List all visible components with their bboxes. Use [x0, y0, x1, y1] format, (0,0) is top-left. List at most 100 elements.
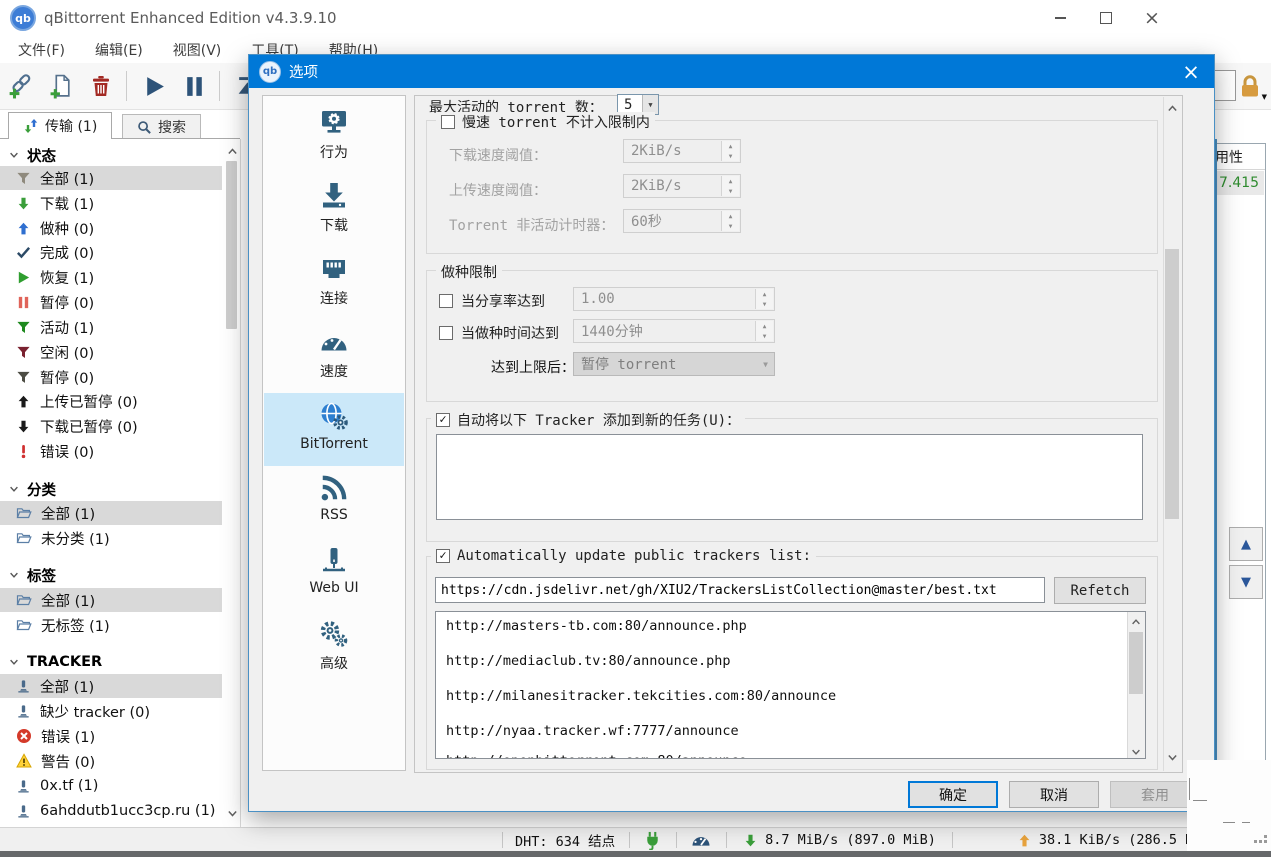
add-torrent-link-button[interactable]: [2, 67, 40, 105]
slow-torrent-checkbox-row[interactable]: 慢速 torrent 不计入限制内: [436, 112, 655, 132]
statusbar-separator: [629, 832, 630, 848]
list-border-fragment: [1215, 139, 1217, 791]
auto-add-trackers-checkbox[interactable]: [436, 413, 450, 427]
filter-label: 全部 (1): [41, 503, 95, 524]
auto-update-checkbox[interactable]: [436, 549, 450, 563]
maximize-button[interactable]: [1083, 3, 1129, 33]
tab-transfers[interactable]: 传输 (1): [8, 112, 112, 139]
share-ratio-checkbox[interactable]: [439, 294, 453, 308]
pause-button[interactable]: [175, 67, 213, 105]
menu-file[interactable]: 文件(F): [6, 36, 77, 64]
speed-limits-icon[interactable]: [691, 830, 711, 850]
filter-scrollbar[interactable]: [224, 139, 240, 827]
filter-status-stalled[interactable]: 暂停 (0): [0, 365, 222, 389]
filter-status-active[interactable]: 活动 (1): [0, 315, 222, 339]
nav-bittorrent[interactable]: BitTorrent: [264, 393, 404, 466]
nav-downloads[interactable]: 下载: [264, 174, 404, 247]
scroll-down-button[interactable]: ▼: [1229, 565, 1263, 599]
scrollbar-thumb[interactable]: [1165, 249, 1179, 519]
scroll-up-button[interactable]: ▲: [1229, 527, 1263, 561]
additional-trackers-textarea[interactable]: [436, 434, 1143, 520]
add-torrent-file-button[interactable]: [42, 67, 80, 105]
gears-icon: [318, 619, 350, 649]
filter-tracker-0xtf[interactable]: 0x.tf (1): [0, 774, 222, 798]
warning-icon: [16, 753, 32, 769]
seed-time-checkbox[interactable]: [439, 326, 453, 340]
close-button[interactable]: ×: [1129, 3, 1175, 33]
filter-label: 错误 (1): [41, 726, 95, 747]
filter-tag-all[interactable]: 全部 (1): [0, 588, 222, 612]
options-scrollbar[interactable]: [1163, 97, 1181, 771]
filter-tracker-6ahddutb[interactable]: 6ahddutb1ucc3cp.ru (1): [0, 799, 222, 823]
spin-down-icon: ▼: [756, 331, 773, 341]
list-scrollbar[interactable]: [1127, 612, 1145, 758]
filter-tracker-warning[interactable]: 警告 (0): [0, 749, 222, 773]
tracker-icon: [16, 704, 31, 719]
search-box-fragment[interactable]: [1212, 70, 1236, 101]
tag-section-header[interactable]: 标签: [0, 563, 230, 587]
nav-label: Web UI: [309, 580, 358, 596]
statusbar-separator: [502, 832, 503, 848]
auto-add-trackers-checkbox-row[interactable]: 自动将以下 Tracker 添加到新的任务(U)：: [431, 410, 745, 430]
public-trackers-list[interactable]: http://masters-tb.com:80/announce.php ht…: [435, 611, 1146, 759]
minimize-button[interactable]: [1037, 3, 1083, 33]
spin-value: 5: [624, 97, 632, 113]
folder-icon: [16, 505, 32, 521]
filter-status-resumed[interactable]: 恢复 (1): [0, 265, 222, 289]
spin-down-icon: ▼: [722, 151, 739, 161]
filter-status-paused[interactable]: 暂停 (0): [0, 290, 222, 314]
filter-tracker-error[interactable]: 错误 (1): [0, 724, 222, 748]
cancel-button[interactable]: 取消: [1009, 781, 1099, 808]
filter-category-uncategorized[interactable]: 未分类 (1): [0, 526, 222, 550]
filter-status-inactive[interactable]: 空闲 (0): [0, 340, 222, 364]
menu-edit[interactable]: 编辑(E): [83, 36, 155, 64]
filter-status-errored[interactable]: 错误 (0): [0, 439, 222, 463]
tab-search[interactable]: 搜索: [122, 114, 201, 139]
filter-status-stalled-downloading[interactable]: 下载已暂停 (0): [0, 414, 222, 438]
ul-threshold-label: 上传速度阈值：: [449, 180, 547, 200]
ok-button[interactable]: 确定: [908, 781, 998, 808]
auto-update-checkbox-row[interactable]: Automatically update public trackers lis…: [431, 548, 816, 564]
filter-tag-untagged[interactable]: 无标签 (1): [0, 613, 222, 637]
connection-status-icon[interactable]: [643, 831, 662, 850]
nav-connection[interactable]: 连接: [264, 247, 404, 320]
menu-view[interactable]: 视图(V): [161, 36, 234, 64]
minimize-icon: [1055, 17, 1066, 19]
spinner-buttons: ▲▼: [755, 321, 773, 341]
refetch-button[interactable]: Refetch: [1054, 577, 1146, 604]
filter-label: 错误 (0): [40, 441, 94, 462]
category-section-header[interactable]: 分类: [0, 477, 230, 501]
resume-button[interactable]: [135, 67, 173, 105]
checkbox-label: 当做种时间达到: [461, 323, 559, 343]
dialog-close-button[interactable]: ×: [1168, 55, 1214, 88]
status-section-header[interactable]: 状态: [0, 143, 230, 167]
nav-advanced[interactable]: 高级: [264, 612, 404, 685]
filter-status-completed[interactable]: 完成 (0): [0, 240, 222, 264]
share-ratio-checkbox-row[interactable]: 当分享率达到: [439, 291, 545, 311]
filter-status-seeding[interactable]: 做种 (0): [0, 216, 222, 240]
lock-dropdown-arrow-icon: ▼: [1262, 93, 1267, 101]
add-link-icon: [8, 73, 34, 99]
nav-behavior[interactable]: 行为: [264, 101, 404, 174]
scroll-down-icon: [226, 807, 239, 820]
scrollbar-thumb[interactable]: [1129, 632, 1143, 694]
filter-category-all[interactable]: 全部 (1): [0, 501, 222, 525]
trackers-url-input[interactable]: [435, 577, 1045, 603]
tracker-section-header[interactable]: TRACKER: [0, 650, 230, 674]
lock-toggle-button[interactable]: ▼: [1235, 71, 1265, 101]
checkbox-label: 当分享率达到: [461, 291, 545, 311]
nav-speed[interactable]: 速度: [264, 320, 404, 393]
filter-status-stalled-uploading[interactable]: 上传已暂停 (0): [0, 389, 222, 413]
filter-tracker-trackerless[interactable]: 缺少 tracker (0): [0, 699, 222, 723]
slow-torrent-checkbox[interactable]: [441, 115, 455, 129]
nav-rss[interactable]: RSS: [264, 466, 404, 539]
scrollbar-thumb[interactable]: [226, 161, 237, 329]
nav-webui[interactable]: Web UI: [264, 539, 404, 612]
seed-time-checkbox-row[interactable]: 当做种时间达到: [439, 323, 559, 343]
button-label: 确定: [939, 785, 967, 805]
delete-button[interactable]: [82, 67, 120, 105]
filter-status-all[interactable]: 全部 (1): [0, 166, 222, 190]
filter-status-downloading[interactable]: 下载 (1): [0, 191, 222, 215]
down-triangle-icon: ▼: [1241, 575, 1251, 590]
filter-tracker-all[interactable]: 全部 (1): [0, 674, 222, 698]
